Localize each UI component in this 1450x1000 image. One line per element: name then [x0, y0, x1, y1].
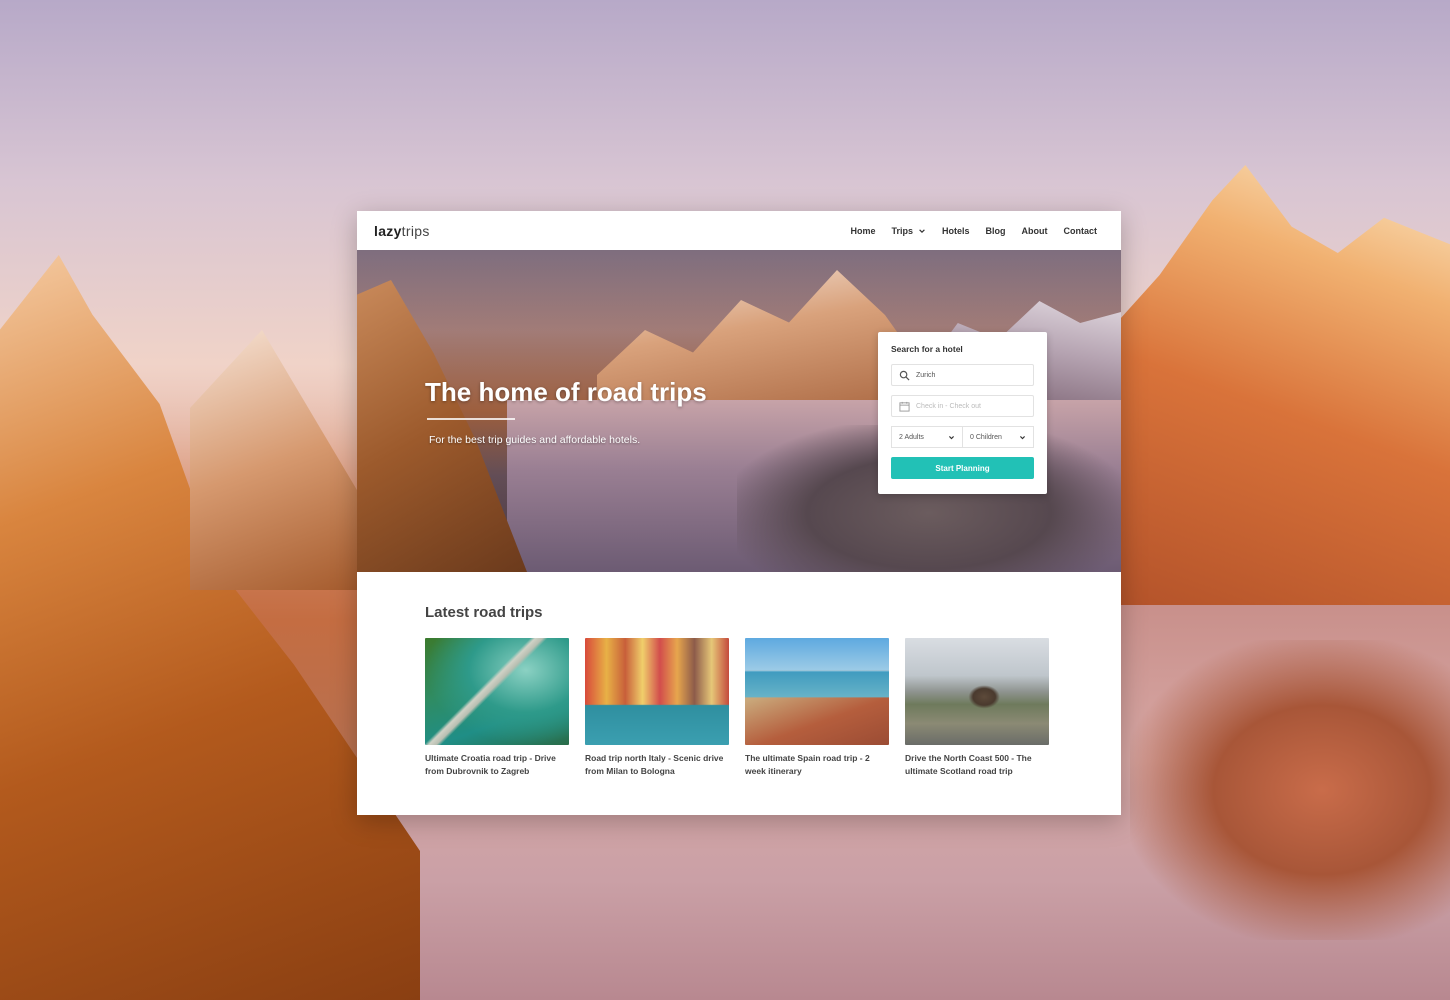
- navbar: lazytrips Home Trips Hotels Blog About C…: [357, 211, 1121, 250]
- trip-thumbnail[interactable]: [745, 638, 889, 745]
- site-logo[interactable]: lazytrips: [374, 223, 430, 239]
- nav-contact[interactable]: Contact: [1064, 226, 1098, 236]
- chevron-down-icon: [1020, 435, 1025, 439]
- hero-subtitle: For the best trip guides and affordable …: [429, 434, 641, 446]
- trip-card-scotland[interactable]: Drive the North Coast 500 - The ultimate…: [905, 638, 1049, 778]
- trip-thumbnail[interactable]: [425, 638, 569, 745]
- website-frame: lazytrips Home Trips Hotels Blog About C…: [357, 211, 1121, 815]
- nav-trips[interactable]: Trips: [891, 226, 926, 236]
- trip-card-title[interactable]: Road trip north Italy - Scenic drive fro…: [585, 752, 729, 778]
- adults-value: 2 Adults: [899, 433, 924, 441]
- hero-title: The home of road trips: [425, 377, 707, 407]
- dates-placeholder: Check in - Check out: [916, 402, 981, 410]
- trip-card-title[interactable]: The ultimate Spain road trip - 2 week it…: [745, 752, 889, 778]
- children-value: 0 Children: [970, 433, 1002, 441]
- nav-home[interactable]: Home: [850, 226, 875, 236]
- village: [1130, 640, 1450, 940]
- hotel-search-card: Search for a hotel Zurich Check in - Che…: [878, 332, 1047, 494]
- trip-thumbnail[interactable]: [585, 638, 729, 745]
- children-select[interactable]: 0 Children: [963, 426, 1034, 448]
- search-icon: [899, 370, 910, 381]
- calendar-icon: [899, 401, 910, 412]
- trip-cards: Ultimate Croatia road trip - Drive from …: [425, 638, 1121, 778]
- trip-card-title[interactable]: Drive the North Coast 500 - The ultimate…: [905, 752, 1049, 778]
- latest-heading: Latest road trips: [425, 604, 543, 621]
- location-value: Zurich: [916, 371, 936, 379]
- nav-blog[interactable]: Blog: [986, 226, 1006, 236]
- hero-cliff: [357, 280, 527, 572]
- trip-card-spain[interactable]: The ultimate Spain road trip - 2 week it…: [745, 638, 889, 778]
- chevron-down-icon: [949, 435, 954, 439]
- trip-card-italy[interactable]: Road trip north Italy - Scenic drive fro…: [585, 638, 729, 778]
- search-title: Search for a hotel: [891, 344, 963, 354]
- nav-hotels[interactable]: Hotels: [942, 226, 970, 236]
- dates-input[interactable]: Check in - Check out: [891, 395, 1034, 417]
- chevron-down-icon: [919, 228, 925, 233]
- start-planning-button[interactable]: Start Planning: [891, 457, 1034, 479]
- nav-about[interactable]: About: [1022, 226, 1048, 236]
- nav-trips-label: Trips: [891, 225, 913, 236]
- adults-select[interactable]: 2 Adults: [891, 426, 963, 448]
- hero-divider: [427, 418, 515, 420]
- guests-row: 2 Adults 0 Children: [891, 426, 1034, 448]
- trip-card-croatia[interactable]: Ultimate Croatia road trip - Drive from …: [425, 638, 569, 778]
- logo-light: trips: [401, 222, 430, 239]
- trip-thumbnail[interactable]: [905, 638, 1049, 745]
- latest-trips-section: Latest road trips Ultimate Croatia road …: [357, 572, 1121, 778]
- main-nav: Home Trips Hotels Blog About Contact: [834, 226, 1097, 236]
- location-input[interactable]: Zurich: [891, 364, 1034, 386]
- trip-card-title[interactable]: Ultimate Croatia road trip - Drive from …: [425, 752, 569, 778]
- hero-section: The home of road trips For the best trip…: [357, 250, 1121, 572]
- logo-bold: lazy: [374, 222, 402, 239]
